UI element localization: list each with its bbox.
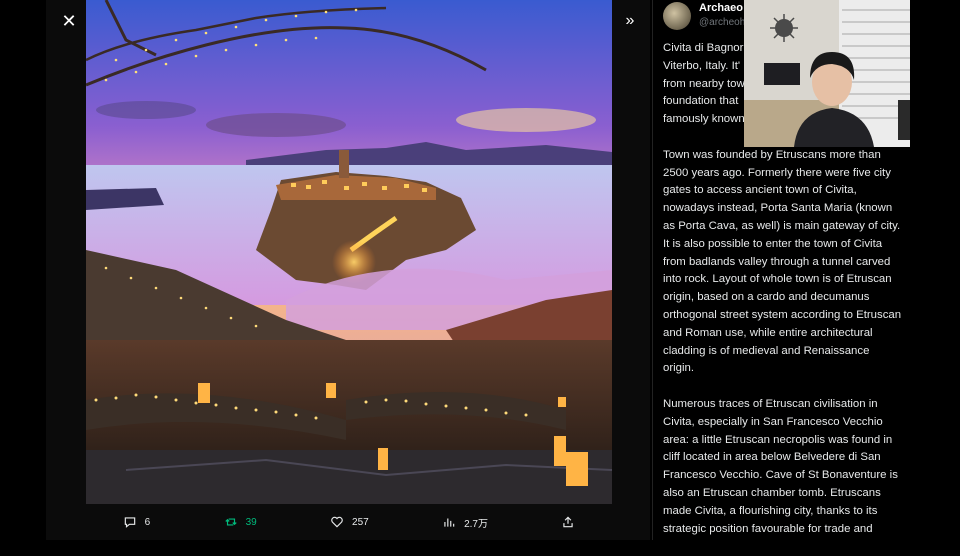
retweet-button[interactable]: 39 xyxy=(224,515,257,529)
post-paragraph-3: Numerous traces of Etruscan civilisation… xyxy=(663,397,898,535)
post-paragraph-2: Town was founded by Etruscans more than … xyxy=(663,148,902,375)
webcam-presenter-video xyxy=(744,0,910,147)
retweet-count: 39 xyxy=(245,516,257,528)
author-handle[interactable]: @archeoh xyxy=(699,17,745,28)
like-button[interactable]: 257 xyxy=(330,515,369,529)
action-bar: 6 39 257 2.7万 xyxy=(86,504,612,540)
views-button[interactable]: 2.7万 xyxy=(442,515,488,530)
expand-button[interactable]: » xyxy=(616,8,644,34)
photo-civita-di-bagnoregio xyxy=(86,0,612,504)
author: Archaeo @archeoh xyxy=(699,0,745,28)
post-photo[interactable] xyxy=(86,0,612,504)
reply-icon xyxy=(124,517,135,528)
share-icon xyxy=(563,516,573,528)
right-strip xyxy=(910,0,960,540)
like-icon xyxy=(331,516,343,528)
author-name[interactable]: Archaeo xyxy=(699,2,745,14)
views-count: 2.7万 xyxy=(464,518,488,530)
reply-button[interactable]: 6 xyxy=(123,515,151,529)
views-icon xyxy=(444,518,455,527)
expand-icon: » xyxy=(625,12,635,29)
share-button[interactable] xyxy=(561,515,575,529)
post-header: Archaeo @archeoh xyxy=(663,0,745,30)
close-icon: ✕ xyxy=(61,10,77,31)
close-button[interactable]: ✕ xyxy=(56,8,82,34)
reply-count: 6 xyxy=(144,516,151,528)
webcam-overlay xyxy=(744,0,910,147)
avatar[interactable] xyxy=(663,2,691,30)
like-count: 257 xyxy=(352,516,369,528)
retweet-icon xyxy=(224,518,237,526)
